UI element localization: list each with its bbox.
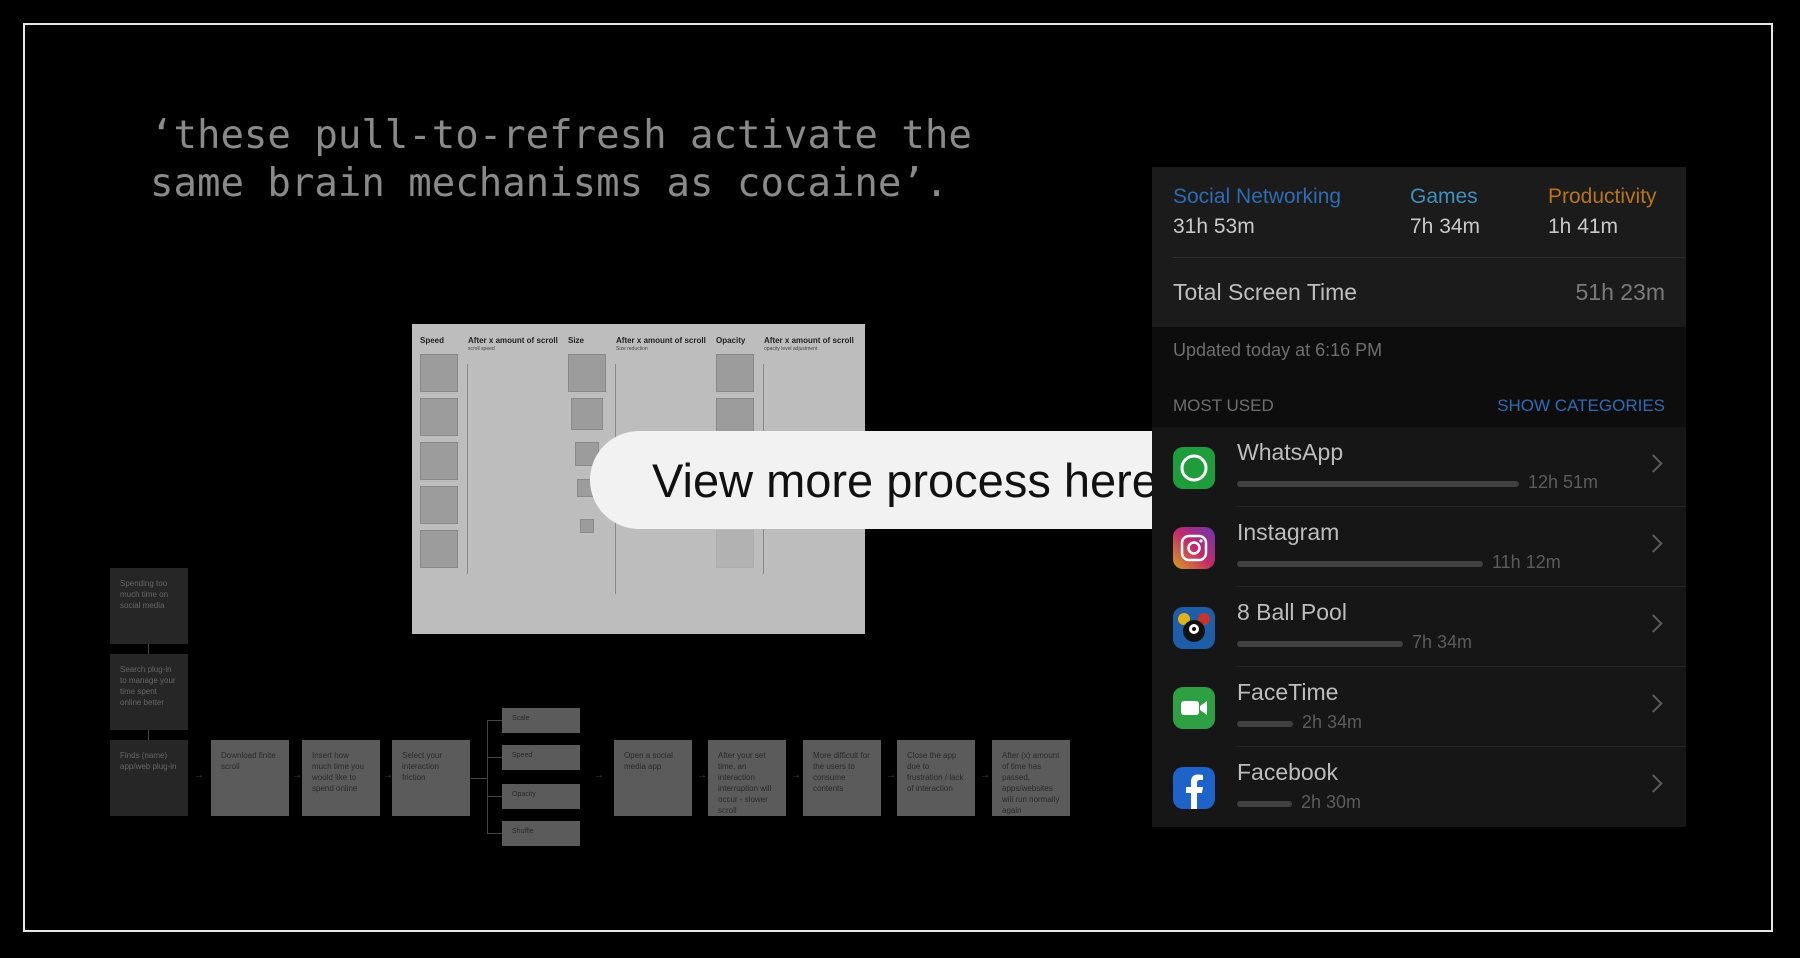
flow-arrow-icon: → [292,770,302,781]
flow-arrow-icon: → [980,770,990,781]
usage-time: 2h 34m [1302,712,1363,732]
facebook-icon [1173,767,1215,809]
app-name: 8 Ball Pool [1237,599,1347,625]
category-time: 7h 34m [1410,215,1481,238]
usage-time: 11h 12m [1492,552,1561,572]
process-sub-3: opacity level adjustment [764,346,818,352]
usage-time: 7h 34m [1412,632,1473,652]
flow-connector [487,796,502,797]
app-row-whatsapp[interactable]: WhatsApp 12h 51m [1152,427,1686,507]
flow-box: Insert how much time you would like to s… [302,740,380,816]
chevron-right-icon [1644,694,1663,713]
flow-arrow-icon: → [697,770,707,781]
flow-box: After your set time, an interaction inte… [708,740,786,816]
category-summary: Social Networking 31h 53m Games 7h 34m P… [1152,167,1686,327]
usage-bar [1237,641,1403,647]
process-col-after-2: After x amount of scroll [616,336,706,345]
quote-text: ‘these pull-to-refresh activate the same… [150,113,996,206]
flow-connector [148,644,149,654]
flow-option: Opacity [502,784,580,809]
divider [1173,257,1686,258]
chevron-right-icon [1644,534,1663,553]
flow-box: Search plug-in to manage your time spent… [110,654,188,730]
usage-bar [1237,561,1483,567]
flow-connector [487,833,502,834]
process-col-after-1: After x amount of scroll [468,336,558,345]
process-thumb [571,398,603,430]
flow-option: Speed [502,745,580,770]
category-time: 1h 41m [1548,215,1619,238]
category-games[interactable]: Games [1410,185,1478,209]
app-name: WhatsApp [1237,439,1344,465]
total-screen-time-label: Total Screen Time [1173,279,1358,305]
app-name: Facebook [1237,759,1339,785]
category-social-networking[interactable]: Social Networking [1173,185,1341,209]
process-thumb [716,354,754,392]
process-line [467,364,468,574]
process-thumb [420,530,458,568]
process-thumb [420,486,458,524]
whatsapp-icon [1173,447,1215,489]
app-row-8-ball-pool[interactable]: 8 Ball Pool 7h 34m [1152,587,1686,667]
process-thumb [580,519,594,533]
chevron-right-icon [1644,774,1663,793]
process-col-speed: Speed [420,336,445,345]
app-name: Instagram [1237,519,1340,545]
flow-box: Finds (name) app/web plug-in [110,740,188,816]
app-name: FaceTime [1237,679,1339,705]
flow-arrow-icon: → [194,770,204,781]
updated-timestamp: Updated today at 6:16 PM [1173,340,1383,360]
flow-connector [487,720,488,834]
process-thumb [420,354,458,392]
flow-box: Close the app due to frustration / lack … [897,740,975,816]
eight-ball-pool-icon [1173,607,1215,649]
usage-time: 12h 51m [1528,472,1599,492]
process-col-opacity: Opacity [716,336,746,345]
chevron-right-icon [1644,454,1663,473]
flow-box: After (x) amount of time has passed, app… [992,740,1070,816]
view-more-process-button[interactable]: View more process here [590,431,1220,529]
flow-box: Spending too much time on social media [110,568,188,644]
flow-arrow-icon: → [594,770,604,781]
process-thumb [420,442,458,480]
instagram-icon [1173,527,1215,569]
total-screen-time-value: 51h 23m [1575,279,1665,305]
app-row-instagram[interactable]: Instagram 11h 12m [1152,507,1686,587]
usage-bar [1237,721,1293,727]
app-row-facebook[interactable]: Facebook 2h 30m [1152,747,1686,827]
category-time: 31h 53m [1173,215,1255,238]
process-col-after-3: After x amount of scroll [764,336,854,345]
chevron-right-icon [1644,614,1663,633]
flow-box: Download finite scroll [211,740,289,816]
category-productivity[interactable]: Productivity [1548,185,1657,209]
flow-connector [487,757,502,758]
app-row-facetime[interactable]: FaceTime 2h 34m [1152,667,1686,747]
flow-arrow-icon: → [791,770,801,781]
flow-arrow-icon: → [886,770,896,781]
process-sub-1: scroll speed [468,346,495,352]
usage-time: 2h 30m [1301,792,1362,812]
usage-bar [1237,481,1519,487]
show-categories-link[interactable]: SHOW CATEGORIES [1497,396,1665,416]
screen-time-panel: Social Networking 31h 53m Games 7h 34m P… [1152,167,1686,827]
flow-connector [471,778,487,779]
process-sub-2: Size reduction [616,346,648,352]
most-used-heading: MOST USED [1173,396,1274,415]
flow-option: Scale [502,708,580,733]
flow-connector [487,720,502,721]
flow-box: Open a social media app [614,740,692,816]
flow-option: Shuffle [502,821,580,846]
process-thumb [716,530,754,568]
process-col-size: Size [568,336,585,345]
flow-box: Select your interaction friction [392,740,470,816]
process-thumb [568,354,606,392]
process-thumb [420,398,458,436]
flow-connector [148,730,149,740]
flow-box: More difficult for the users to consume … [803,740,881,816]
usage-bar [1237,801,1292,807]
facetime-icon [1173,687,1215,729]
